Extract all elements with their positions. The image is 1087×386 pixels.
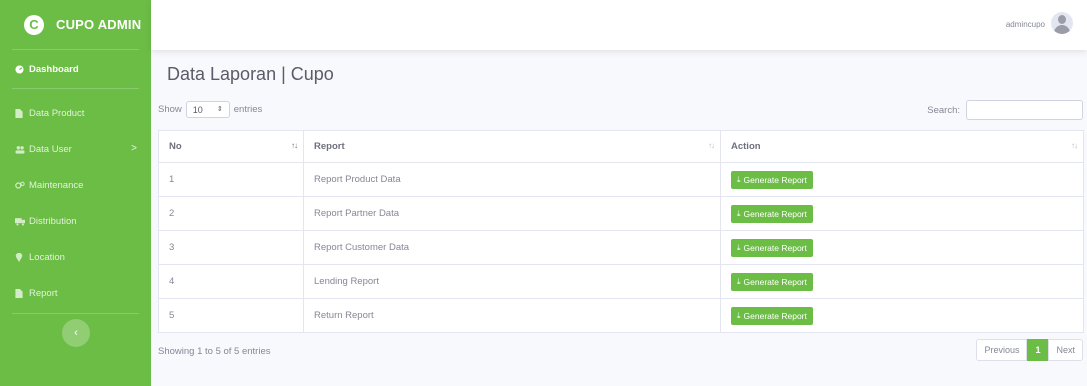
sidebar-item-data-user[interactable]: Data User > — [0, 131, 151, 167]
select-caret-icon: ⇕ — [216, 106, 223, 113]
avatar[interactable] — [1051, 12, 1073, 34]
column-header-report[interactable]: Report ↑↓ — [303, 130, 721, 163]
pagination-previous-button[interactable]: Previous — [976, 339, 1028, 361]
cell-no: 3 — [158, 230, 304, 265]
cell-report: Report Product Data — [303, 162, 721, 197]
column-header-label: Action — [731, 141, 761, 152]
sidebar-item-dashboard[interactable]: Dashboard — [0, 50, 151, 88]
cell-report: Report Customer Data — [303, 230, 721, 265]
download-icon: ⤓ — [737, 242, 741, 252]
generate-report-button[interactable]: ⤓ Generate Report — [731, 204, 813, 223]
table-row: 4 Lending Report ⤓ Generate Report — [158, 264, 1084, 299]
chevron-left-icon: ‹ — [74, 327, 78, 339]
sidebar-item-location[interactable]: Location — [0, 239, 151, 275]
generate-report-label: Generate Report — [743, 242, 807, 253]
sidebar-toggle-button[interactable]: ‹ — [62, 319, 90, 347]
sidebar: C CUPO ADMIN Dashboard Data Product Data… — [0, 0, 151, 386]
table-header-row: No ↑↓ Report ↑↓ Action ↑↓ — [158, 130, 1084, 163]
generate-report-button[interactable]: ⤓ Generate Report — [731, 238, 813, 257]
sidebar-item-label: Location — [29, 251, 65, 263]
cell-no: 4 — [158, 264, 304, 299]
column-header-label: Report — [314, 141, 345, 152]
truck-icon — [15, 217, 25, 226]
cell-action: ⤓ Generate Report — [720, 230, 1084, 265]
cell-no: 5 — [158, 298, 304, 333]
report-table: No ↑↓ Report ↑↓ Action ↑↓ 1 Report Produ… — [158, 130, 1084, 333]
column-header-action[interactable]: Action ↑↓ — [720, 130, 1084, 163]
download-icon: ⤓ — [737, 276, 741, 286]
sidebar-item-label: Dashboard — [29, 63, 79, 75]
sidebar-item-report[interactable]: Report — [0, 275, 151, 311]
cell-report: Lending Report — [303, 264, 721, 299]
sidebar-item-distribution[interactable]: Distribution — [0, 203, 151, 239]
file-icon — [15, 108, 24, 118]
file-icon — [15, 288, 24, 298]
column-header-no[interactable]: No ↑↓ — [158, 130, 304, 163]
entries-label: entries — [233, 104, 263, 115]
entries-length-control: Show 10 ⇕ entries — [158, 101, 262, 118]
download-icon: ⤓ — [737, 310, 741, 320]
sidebar-item-label: Distribution — [29, 215, 77, 227]
download-icon: ⤓ — [737, 174, 741, 184]
table-row: 3 Report Customer Data ⤓ Generate Report — [158, 230, 1084, 265]
sidebar-item-label: Data User — [29, 143, 72, 155]
sidebar-divider — [12, 313, 139, 314]
pagination-next-button[interactable]: Next — [1048, 339, 1083, 361]
download-icon: ⤓ — [737, 208, 741, 218]
generate-report-label: Generate Report — [743, 174, 807, 185]
sidebar-item-label: Report — [29, 287, 58, 299]
sort-icon: ↑↓ — [708, 141, 715, 150]
column-header-label: No — [169, 141, 182, 152]
sidebar-item-data-product[interactable]: Data Product — [0, 95, 151, 131]
cell-action: ⤓ Generate Report — [720, 162, 1084, 197]
avatar-shoulder — [1054, 25, 1070, 34]
brand-logo-icon: C — [24, 14, 44, 35]
entries-select[interactable]: 10 ⇕ — [185, 101, 230, 118]
dashboard-icon — [15, 64, 24, 74]
chevron-right-icon: > — [131, 143, 137, 154]
page-title: Data Laporan | Cupo — [167, 64, 334, 84]
entries-select-value: 10 — [192, 104, 203, 115]
map-marker-icon — [15, 252, 24, 262]
table-row: 5 Return Report ⤓ Generate Report — [158, 298, 1084, 333]
generate-report-button[interactable]: ⤓ Generate Report — [731, 170, 813, 189]
avatar-head — [1058, 15, 1066, 24]
sort-icon: ↑↓ — [1071, 141, 1078, 150]
sidebar-item-maintenance[interactable]: Maintenance — [0, 167, 151, 203]
generate-report-label: Generate Report — [743, 310, 807, 321]
sidebar-divider — [12, 88, 139, 89]
cell-action: ⤓ Generate Report — [720, 264, 1084, 299]
users-icon — [15, 145, 25, 154]
cell-report: Report Partner Data — [303, 196, 721, 231]
generate-report-label: Generate Report — [743, 208, 807, 219]
pagination-page-button[interactable]: 1 — [1027, 339, 1049, 361]
generate-report-label: Generate Report — [743, 276, 807, 287]
search-label: Search: — [927, 104, 960, 116]
user-name[interactable]: admincupo — [1006, 20, 1045, 29]
topbar: admincupo — [151, 0, 1087, 50]
cell-action: ⤓ Generate Report — [720, 298, 1084, 333]
brand-name: CUPO ADMIN — [56, 17, 142, 32]
table-row: 2 Report Partner Data ⤓ Generate Report — [158, 196, 1084, 231]
search-control: Search: — [927, 100, 1083, 120]
table-info: Showing 1 to 5 of 5 entries — [158, 346, 271, 357]
table-row: 1 Report Product Data ⤓ Generate Report — [158, 162, 1084, 197]
sidebar-item-label: Maintenance — [29, 179, 84, 191]
cell-no: 1 — [158, 162, 304, 197]
sidebar-item-label: Data Product — [29, 107, 85, 119]
cell-action: ⤓ Generate Report — [720, 196, 1084, 231]
generate-report-button[interactable]: ⤓ Generate Report — [731, 272, 813, 291]
brand[interactable]: C CUPO ADMIN — [0, 0, 151, 49]
cell-report: Return Report — [303, 298, 721, 333]
gears-icon — [15, 181, 25, 190]
search-input[interactable] — [966, 100, 1083, 120]
show-label: Show — [158, 104, 182, 115]
cell-no: 2 — [158, 196, 304, 231]
pagination: Previous 1 Next — [976, 339, 1083, 361]
generate-report-button[interactable]: ⤓ Generate Report — [731, 306, 813, 325]
sort-icon: ↑↓ — [291, 141, 298, 150]
